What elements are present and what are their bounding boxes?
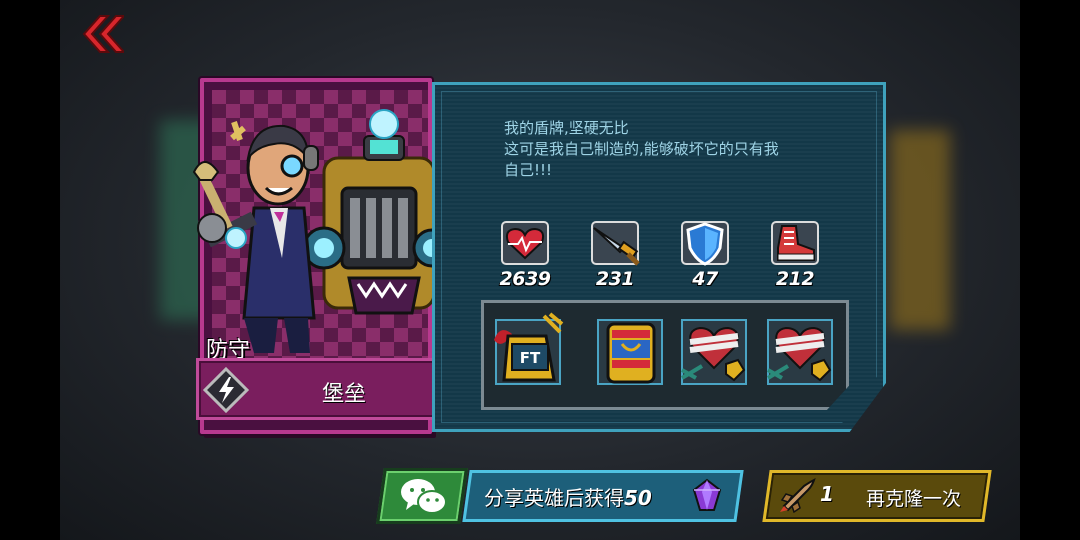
game-screen: 防守 堡垒 我的盾牌,坚硬无比 这可是我自己制造的,能够破坏它的只有我 自己!!… bbox=[0, 0, 1080, 540]
background-card-right bbox=[890, 130, 950, 330]
purple-gem-icon bbox=[692, 478, 722, 511]
striped-shield-icon[interactable] bbox=[594, 310, 668, 392]
stat-attack-value: 231 bbox=[595, 268, 635, 290]
rocket-icon bbox=[780, 478, 816, 514]
share-text: 分享英雄后获得 bbox=[484, 486, 624, 510]
bandaged-heart-icon[interactable] bbox=[678, 310, 752, 392]
back-chevron-icon[interactable] bbox=[78, 14, 124, 54]
sneaker-speed-icon bbox=[771, 221, 819, 265]
lightning-icon bbox=[203, 367, 249, 413]
clone-count: 1 bbox=[820, 482, 834, 506]
bandaged-heart-icon[interactable] bbox=[764, 310, 838, 392]
hero-portrait bbox=[192, 109, 452, 353]
stat-attack: 231 bbox=[580, 218, 650, 292]
quote-line: 自己!!! bbox=[504, 161, 553, 179]
sword-attack-icon bbox=[591, 221, 640, 266]
stat-health: 2639 bbox=[490, 218, 560, 292]
share-hero-button[interactable]: 分享英雄后获得50 bbox=[376, 468, 744, 524]
stat-speed-value: 212 bbox=[775, 268, 815, 290]
heart-health-icon bbox=[501, 221, 549, 265]
stat-defense-value: 47 bbox=[692, 268, 718, 290]
svg-text:FT: FT bbox=[520, 349, 541, 367]
hero-quote: 我的盾牌,坚硬无比 这可是我自己制造的,能够破坏它的只有我 自己!!! bbox=[504, 118, 834, 181]
hero-card: 防守 堡垒 bbox=[192, 78, 452, 436]
wechat-icon bbox=[401, 479, 447, 514]
share-reward-label: 分享英雄后获得50 bbox=[484, 482, 652, 511]
shield-defense-icon bbox=[681, 221, 729, 266]
stat-health-value: 2639 bbox=[499, 268, 551, 290]
ft-box-icon[interactable]: FT bbox=[490, 310, 564, 392]
hero-name: 堡垒 bbox=[321, 382, 366, 407]
quote-line: 我的盾牌,坚硬无比 bbox=[504, 119, 629, 137]
clone-again-label: 再克隆一次 bbox=[866, 488, 962, 510]
hero-name-bar: 堡垒 bbox=[196, 358, 438, 420]
stat-defense: 47 bbox=[670, 218, 740, 292]
quote-line: 这可是我自己制造的,能够破坏它的只有我 bbox=[504, 140, 779, 158]
share-amount: 50 bbox=[624, 486, 652, 510]
stat-speed: 212 bbox=[760, 218, 830, 292]
